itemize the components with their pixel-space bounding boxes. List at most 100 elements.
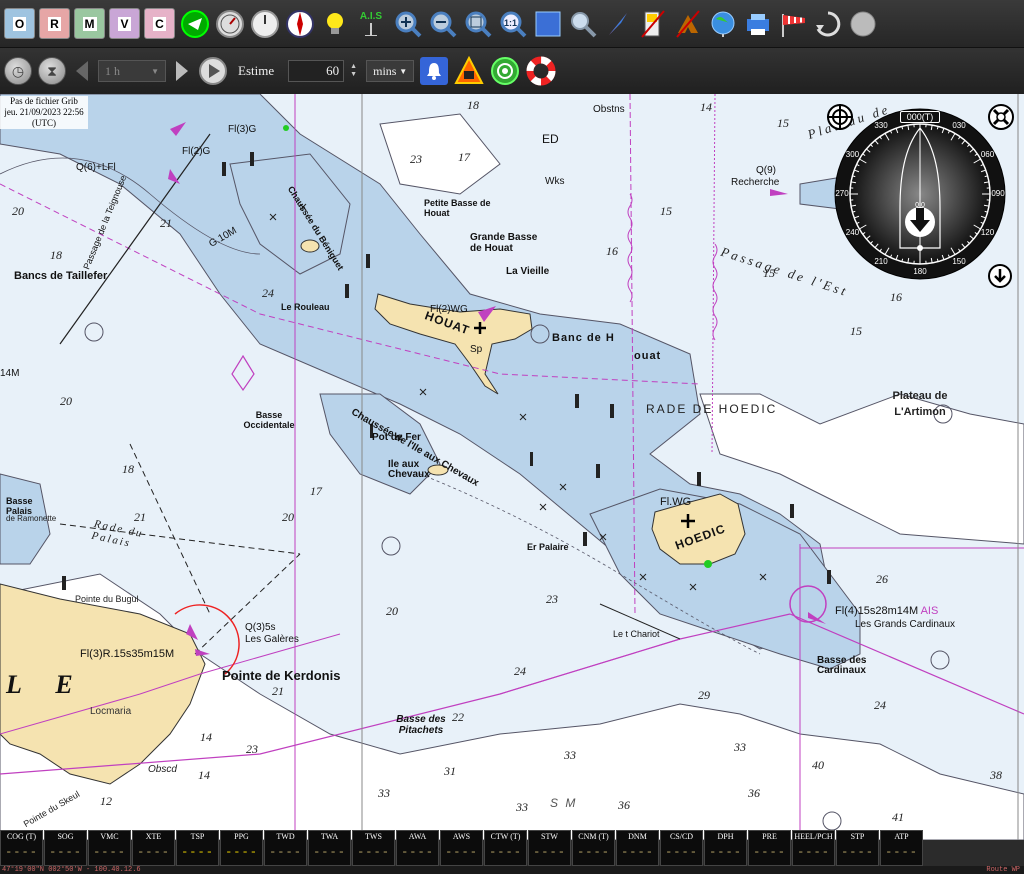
route-icon[interactable]: [179, 8, 210, 39]
tide-off-icon[interactable]: [637, 8, 668, 39]
zoom-1to1-icon[interactable]: 1:1: [497, 8, 528, 39]
compass-degree-label: 060: [980, 150, 995, 159]
globe-icon[interactable]: [707, 8, 738, 39]
compass-degree-label: 090: [991, 189, 1005, 198]
compass-rose-icon[interactable]: [284, 8, 315, 39]
instrument-value: ----: [841, 845, 874, 859]
alarm-bell-icon[interactable]: [420, 57, 449, 85]
instrument-twd[interactable]: TWD ----: [264, 830, 307, 866]
estime-input[interactable]: 60: [288, 60, 345, 82]
instrument-stw[interactable]: STW ----: [528, 830, 571, 866]
status-bar: 47°19'00"N 002°50'W - 100.40.12.6 Route …: [0, 866, 1024, 874]
estime-spinner[interactable]: ▲ ▼: [350, 60, 360, 82]
instrument-pre[interactable]: PRE ----: [748, 830, 791, 866]
instrument-label: TWA: [320, 832, 339, 841]
compass-degree-label: 300: [845, 150, 860, 159]
zoom-out-icon[interactable]: [427, 8, 458, 39]
instrument-label: STP: [850, 832, 865, 841]
instrument-cog-t[interactable]: COG (T) ----: [0, 830, 43, 866]
grib-timezone: (UTC): [32, 118, 56, 128]
instrument-label: PRE: [762, 832, 777, 841]
instrument-twa[interactable]: TWA ----: [308, 830, 351, 866]
svg-text:1:1: 1:1: [504, 18, 517, 28]
display-settings-icon[interactable]: [847, 8, 878, 39]
current-off-icon[interactable]: [672, 8, 703, 39]
instrument-value: ----: [753, 845, 786, 859]
instrument-label: CTW (T): [490, 832, 521, 841]
anchor-watch-icon[interactable]: [490, 56, 520, 86]
compass-degree-label: 270: [835, 189, 849, 198]
print-icon[interactable]: [742, 8, 773, 39]
instrument-tws[interactable]: TWS ----: [352, 830, 395, 866]
status-route: Route WP: [986, 866, 1020, 874]
hourglass-icon[interactable]: ⧗: [38, 57, 66, 85]
main-toolbar: O R M V C A.I.S 1:1: [0, 0, 1024, 48]
north-up-icon[interactable]: [602, 8, 633, 39]
instrument-heel-pch[interactable]: HEEL/PCH ----: [792, 830, 835, 866]
instrument-ctw-t[interactable]: CTW (T) ----: [484, 830, 527, 866]
instrument-xte[interactable]: XTE ----: [132, 830, 175, 866]
unit-select[interactable]: mins ▼: [366, 60, 415, 82]
instrument-label: ATP: [894, 832, 909, 841]
instrument-label: SOG: [57, 832, 74, 841]
search-icon[interactable]: [567, 8, 598, 39]
compass-degree-label: 180: [913, 267, 927, 276]
settings-icon[interactable]: [812, 8, 843, 39]
playback-toolbar: ◷ ⧗ 1 h ▼ Estime 60 ▲ ▼ mins ▼: [0, 48, 1024, 94]
compass-degree-label: 240: [845, 228, 860, 237]
zoom-box-icon[interactable]: [462, 8, 493, 39]
lightbulb-icon[interactable]: [319, 8, 350, 39]
next-icon[interactable]: [172, 57, 192, 85]
instrument-bar: COG (T) ---- SOG ---- VMC ---- XTE ---- TSP ---- P…: [0, 830, 924, 866]
chart-button-v[interactable]: V: [109, 8, 140, 39]
chart-quilt-icon[interactable]: [532, 8, 563, 39]
mob-lifebuoy-icon[interactable]: [526, 56, 556, 86]
compass-widget[interactable]: 030 060 090 120 150 180 210 240 270 300 330 000(T)…: [834, 108, 1006, 280]
status-position: 47°19'00"N 002°50'W - 100.40.12.6: [2, 866, 141, 874]
compass-speed-readout: 0.0: [915, 202, 925, 209]
instrument-tsp[interactable]: TSP ----: [176, 830, 219, 866]
instrument-label: TSP: [190, 832, 205, 841]
instrument-label: TWS: [365, 832, 382, 841]
instrument-atp[interactable]: ATP ----: [880, 830, 923, 866]
instrument-dnm[interactable]: DNM ----: [616, 830, 659, 866]
ais-icon[interactable]: A.I.S: [354, 8, 388, 39]
instrument-ppg[interactable]: PPG ----: [220, 830, 263, 866]
clock-icon[interactable]: ◷: [4, 57, 32, 85]
warning-icon[interactable]: [454, 55, 484, 86]
compass-degree-label: 210: [874, 256, 888, 266]
instrument-label: PPG: [234, 832, 249, 841]
instrument-cs-cd[interactable]: CS/CD ----: [660, 830, 703, 866]
windsock-icon[interactable]: [777, 8, 808, 39]
instrument-value: ----: [137, 845, 170, 859]
instrument-value: ----: [49, 845, 82, 859]
instrument-value: ----: [489, 845, 522, 859]
instrument-cnm-t[interactable]: CNM (T) ----: [572, 830, 615, 866]
instrument-awa[interactable]: AWA ----: [396, 830, 439, 866]
compass-degree-label: 330: [874, 121, 888, 131]
instrument-value: ----: [445, 845, 478, 859]
instrument-stp[interactable]: STP ----: [836, 830, 879, 866]
instrument-label: VMC: [100, 832, 119, 841]
instrument-value: ----: [357, 845, 390, 859]
instrument-aws[interactable]: AWS ----: [440, 830, 483, 866]
instrument-vmc[interactable]: VMC ----: [88, 830, 131, 866]
instrument-value: ----: [885, 845, 918, 859]
chart-button-m[interactable]: M: [74, 8, 105, 39]
chart-button-r[interactable]: R: [39, 8, 70, 39]
instrument-label: CNM (T): [578, 832, 609, 841]
previous-icon[interactable]: [72, 57, 92, 85]
instrument-sog[interactable]: SOG ----: [44, 830, 87, 866]
instrument-dph[interactable]: DPH ----: [704, 830, 747, 866]
play-icon[interactable]: [198, 56, 228, 86]
instrument-label: HEEL/PCH: [794, 832, 833, 841]
zoom-in-icon[interactable]: [392, 8, 423, 39]
interval-select[interactable]: 1 h ▼: [98, 60, 166, 82]
barometer-icon[interactable]: [214, 8, 245, 39]
chart-button-c[interactable]: C: [144, 8, 175, 39]
chart-button-o[interactable]: O: [4, 8, 35, 39]
instrument-label: DNM: [628, 832, 647, 841]
instrument-value: ----: [709, 845, 742, 859]
clock-gauge-icon[interactable]: [249, 8, 280, 39]
estime-label: Estime: [238, 63, 275, 78]
